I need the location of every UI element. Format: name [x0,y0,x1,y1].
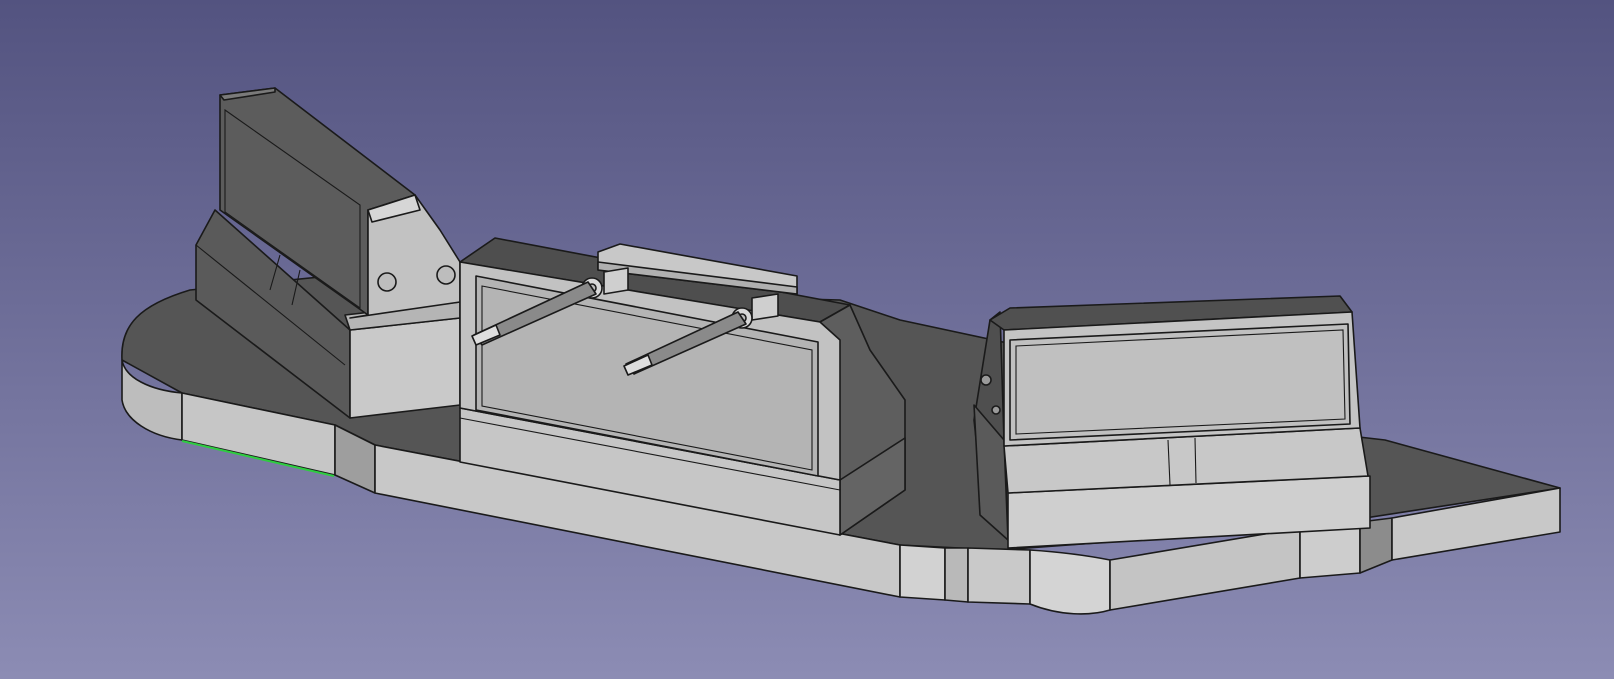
3d-viewport[interactable] [0,0,1614,679]
cad-model-scene[interactable] [0,0,1614,679]
base-plate-front-wall-right[interactable] [967,547,1031,605]
wiper-arm-2-pivot-block[interactable] [751,293,779,321]
left-stand-body-front[interactable] [349,317,461,419]
right-block-side-hole-2[interactable] [991,405,1001,415]
left-bracket-hole-1[interactable] [377,272,397,292]
right-screen-frame[interactable] [1009,323,1351,441]
left-bracket-hole-2[interactable] [436,265,456,285]
right-monitor-block[interactable] [973,295,1371,549]
base-plate-notch[interactable] [899,544,946,601]
right-block-side-hole[interactable] [980,374,992,386]
base-plate-front-round-right[interactable] [1029,549,1111,615]
wiper-arm-1-pivot-block[interactable] [603,267,629,295]
base-plate-notch-wall[interactable] [944,547,969,603]
